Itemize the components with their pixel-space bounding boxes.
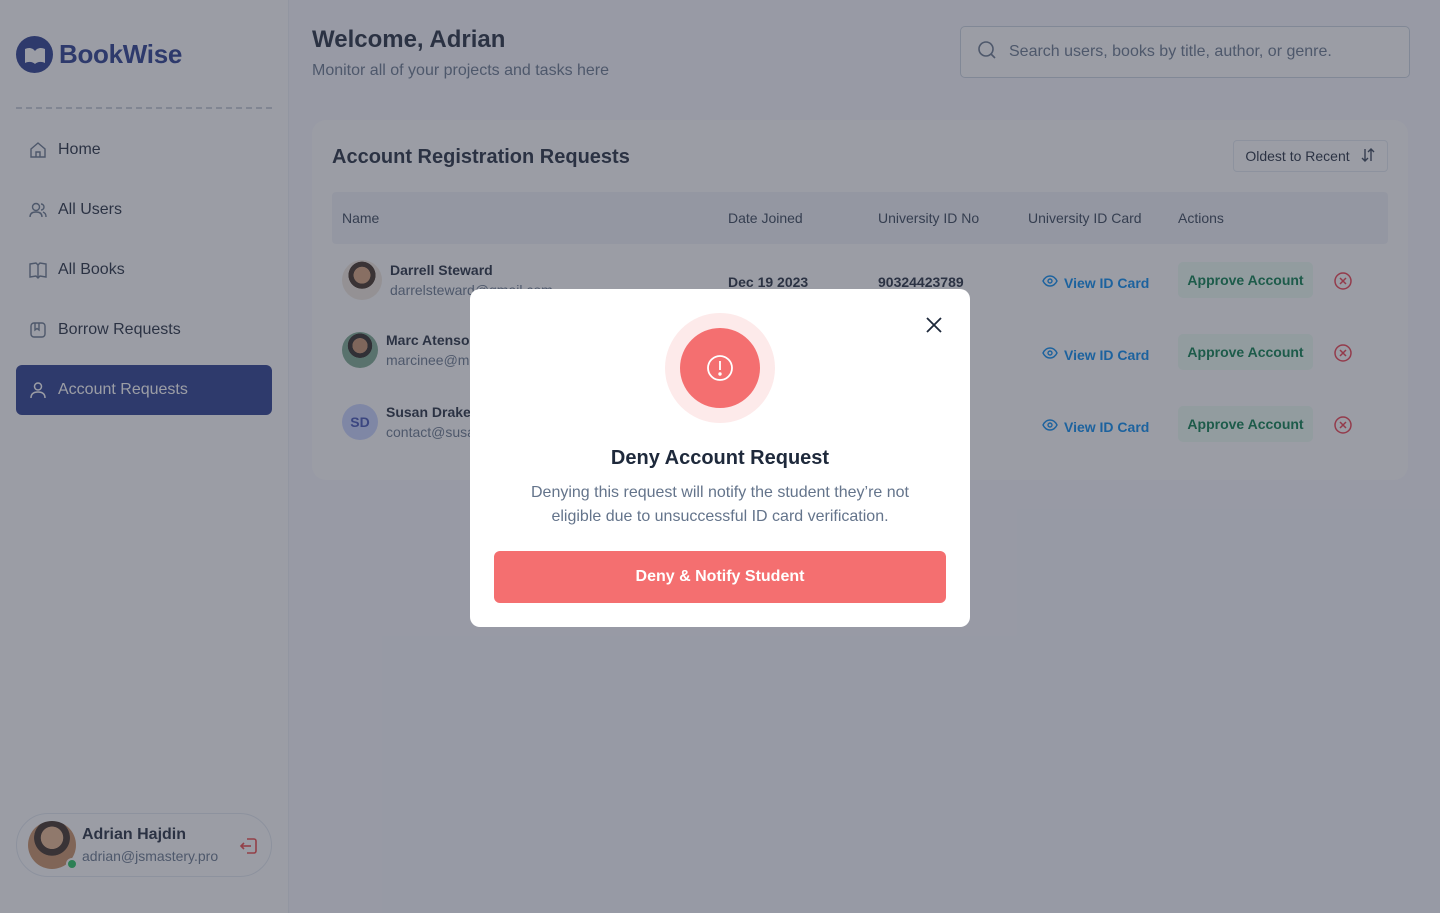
warning-badge — [665, 313, 775, 423]
modal-description: Denying this request will notify the stu… — [531, 484, 909, 525]
alert-circle-icon — [680, 328, 760, 408]
modal-title: Deny Account Request — [610, 447, 830, 469]
close-icon[interactable] — [922, 313, 946, 337]
deny-account-modal: Deny Account Request Denying this reques… — [470, 289, 970, 627]
deny-notify-button[interactable]: Deny & Notify Student — [494, 551, 946, 603]
